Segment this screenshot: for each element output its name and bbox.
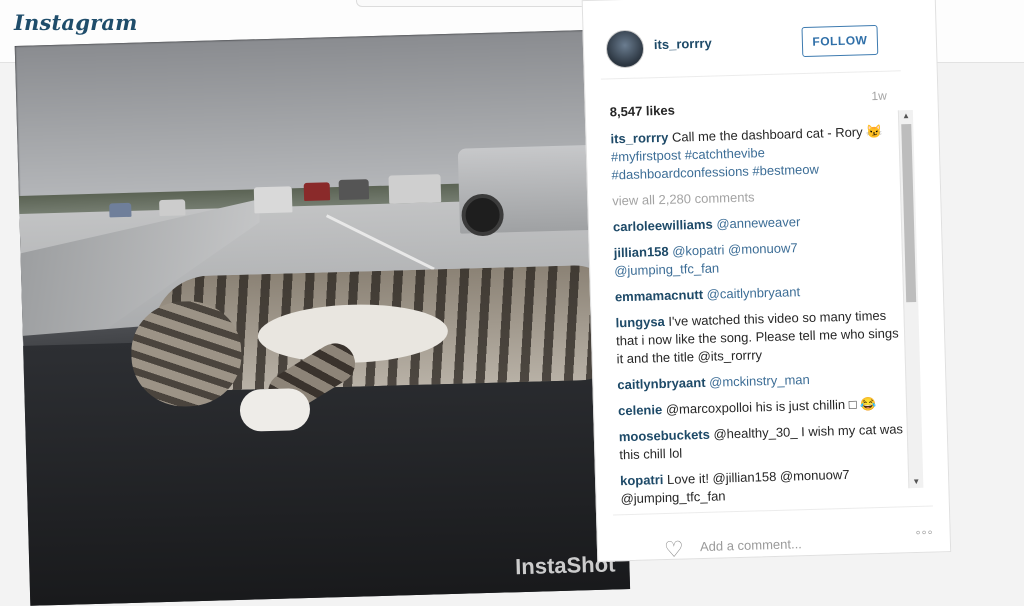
caption-hashtags[interactable]: #myfirstpost #catchthevibe #dashboardcon… <box>611 145 819 182</box>
comment-text: @mckinstry_man <box>708 371 810 390</box>
photo-car <box>253 186 293 214</box>
caption: its_rorrry Call me the dashboard cat - R… <box>610 122 901 184</box>
photo-car <box>338 179 370 201</box>
comment-item: jillian158 @kopatri @monuow7 @jumping_tf… <box>613 236 904 280</box>
photo-car <box>109 202 132 218</box>
photo-car <box>388 174 442 204</box>
caption-text: Call me the dashboard cat - Rory 😼 <box>671 123 883 145</box>
view-all-comments-label[interactable]: view all 2,280 comments <box>612 189 755 208</box>
scroll-down-arrow-icon[interactable]: ▼ <box>909 476 923 488</box>
comment-user[interactable]: moosebuckets <box>619 427 710 445</box>
comment-item: kopatri Love it! @jillian158 @monuow7 @j… <box>620 464 911 508</box>
comment-item: emmamacnutt @caitlynbryaant <box>615 280 905 306</box>
comment-item: caitlynbryaant @mckinstry_man <box>617 368 907 394</box>
post-card: InstaShot its_rorrry FOLLOW 8,547 likes … <box>0 0 1024 606</box>
follow-button[interactable]: FOLLOW <box>801 24 879 58</box>
comment-item: celenie @marcoxpolloi his is just chilli… <box>618 394 908 420</box>
comment-item: lungysa I've watched this video so many … <box>615 306 906 368</box>
photo-wheel <box>461 193 505 237</box>
scroll-up-arrow-icon[interactable]: ▲ <box>899 110 913 122</box>
post-photo[interactable]: InstaShot <box>14 29 631 606</box>
view-all-comments[interactable]: view all 2,280 comments <box>612 184 902 210</box>
photo-car <box>159 199 186 217</box>
comment-user[interactable]: celenie <box>618 402 662 418</box>
add-comment-input[interactable]: Add a comment... <box>700 536 802 554</box>
comment-user[interactable]: caitlynbryaant <box>617 375 706 392</box>
caption-user[interactable]: its_rorrry <box>610 130 668 147</box>
comment-item: moosebuckets @healthy_30_ I wish my cat … <box>619 420 910 464</box>
comment-text: @marcoxpolloi his is just chillin □ 😂 <box>665 396 877 417</box>
likes-count[interactable]: 8,547 likes <box>610 103 675 120</box>
post-sidebar: its_rorrry FOLLOW 8,547 likes 1w its_ror… <box>581 0 952 564</box>
post-age[interactable]: 1w <box>871 89 887 103</box>
comments-list: its_rorrry Call me the dashboard cat - R… <box>610 122 910 510</box>
divider <box>600 70 901 80</box>
comment-user[interactable]: jillian158 <box>614 244 669 261</box>
photo-car <box>303 182 331 201</box>
heart-icon[interactable]: ♡ <box>664 537 684 564</box>
comment-text: @caitlynbryaant <box>706 284 801 302</box>
comment-user[interactable]: emmamacnutt <box>615 287 704 304</box>
comment-user[interactable]: lungysa <box>615 314 665 330</box>
comment-user[interactable]: kopatri <box>620 472 664 488</box>
scrollbar-thumb[interactable] <box>901 124 917 303</box>
photo-cat-paw <box>239 387 311 432</box>
avatar[interactable] <box>605 29 645 69</box>
comment-user[interactable]: carloleewilliams <box>613 217 713 235</box>
comment-text: @anneweaver <box>716 214 801 232</box>
post-username[interactable]: its_rorrry <box>654 36 712 53</box>
comment-item: carloleewilliams @anneweaver <box>613 210 903 236</box>
more-options-icon[interactable]: ◦◦◦ <box>915 524 933 540</box>
